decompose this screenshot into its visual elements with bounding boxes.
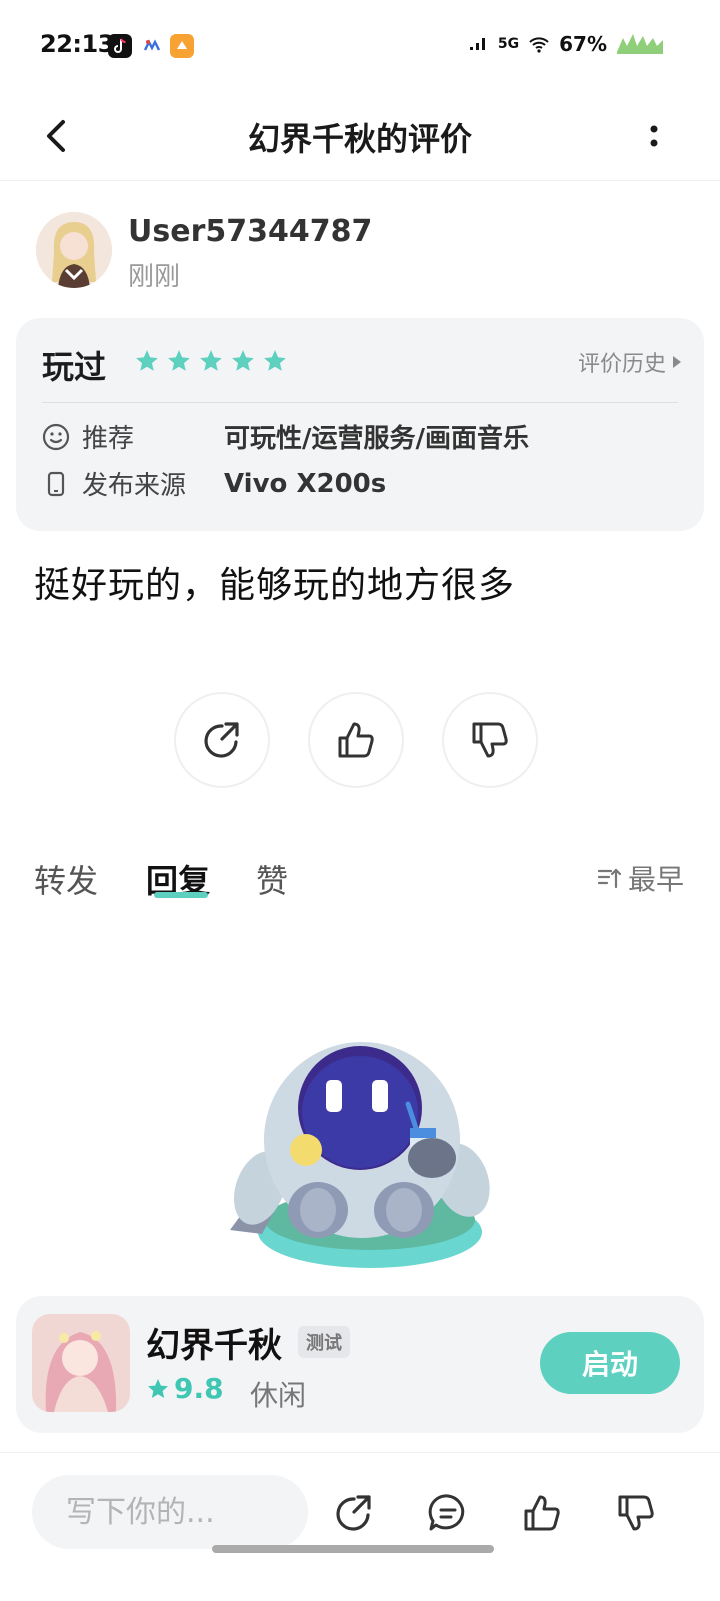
star-icon	[136, 350, 158, 371]
wifi-icon	[529, 37, 549, 53]
status-bar: 22:13 5G 67%	[0, 0, 720, 92]
review-text: 挺好玩的，能够玩的地方很多	[34, 565, 516, 606]
more-vertical-icon	[650, 125, 658, 147]
source-value: Vivo X200s	[224, 468, 387, 499]
header: 幻界千秋的评价	[0, 92, 720, 181]
comment-icon	[428, 1494, 465, 1531]
source-row: 发布来源 Vivo X200s	[42, 465, 386, 502]
more-button[interactable]	[628, 110, 680, 162]
star-icon	[200, 350, 222, 371]
game-icon	[32, 1314, 130, 1412]
bottom-comment-button[interactable]	[420, 1485, 476, 1541]
share-button[interactable]	[174, 692, 270, 788]
bottom-share-button[interactable]	[326, 1485, 382, 1541]
thumbs-down-icon	[618, 1495, 654, 1531]
launch-button[interactable]: 启动	[540, 1332, 680, 1394]
avatar[interactable]	[36, 212, 112, 288]
dislike-button[interactable]	[442, 692, 538, 788]
source-label: 发布来源	[82, 471, 187, 501]
app-icon	[170, 34, 194, 58]
share-icon	[336, 1495, 371, 1531]
recommend-label: 推荐	[82, 424, 135, 454]
star-icon	[264, 350, 286, 371]
game-card[interactable]: 幻界千秋 测试 9.8 休闲 启动	[16, 1296, 704, 1433]
sort-button[interactable]: 最早	[596, 858, 684, 898]
comment-input[interactable]	[32, 1475, 308, 1549]
star-icon	[148, 1378, 168, 1398]
network-label: 5G	[497, 36, 520, 52]
sort-icon	[597, 868, 622, 889]
share-icon	[204, 722, 239, 758]
post-time: 刚刚	[128, 262, 181, 292]
phone-icon	[47, 471, 65, 496]
review-history-link[interactable]: 评价历史	[578, 346, 682, 378]
signal-icon	[469, 38, 485, 50]
battery-percent: 67%	[559, 32, 607, 56]
thumbs-up-icon	[524, 1495, 560, 1531]
bottom-dislike-button[interactable]	[608, 1485, 664, 1541]
bottom-like-button[interactable]	[514, 1485, 570, 1541]
star-rating	[134, 348, 288, 374]
thumbs-up-icon	[338, 722, 374, 758]
triangle-right-icon	[673, 356, 681, 368]
status-time: 22:13	[40, 30, 114, 58]
battery-icon	[617, 34, 663, 54]
history-label: 评价历史	[577, 352, 666, 377]
recommend-row: 推荐 可玩性/运营服务/画面音乐	[42, 418, 529, 455]
bottom-bar	[0, 1452, 720, 1601]
review-card: 玩过 评价历史 推荐 可玩性/运营服务/画面音乐 发布来源 Vivo X200s	[16, 318, 704, 531]
home-indicator[interactable]	[212, 1545, 494, 1553]
game-tag: 测试	[298, 1326, 350, 1358]
smile-icon	[42, 423, 70, 450]
sort-label: 最早	[627, 863, 684, 896]
recommend-value: 可玩性/运营服务/画面音乐	[224, 424, 529, 454]
tab-forward[interactable]: 转发	[34, 856, 98, 902]
rating-value: 9.8	[174, 1372, 224, 1405]
divider	[42, 402, 678, 403]
game-rating: 9.8	[146, 1372, 224, 1405]
tiktok-icon	[108, 34, 132, 58]
page-title: 幻界千秋的评价	[247, 120, 472, 158]
game-genre: 休闲	[250, 1379, 307, 1412]
notification-icon	[140, 34, 164, 58]
like-button[interactable]	[308, 692, 404, 788]
author-name[interactable]: User57344787	[128, 214, 372, 249]
star-icon	[232, 350, 254, 371]
active-tab-indicator	[154, 892, 208, 898]
robot-mascot-illustration	[222, 1040, 512, 1310]
tab-like[interactable]: 赞	[256, 856, 288, 902]
status-indicators: 5G 67%	[466, 32, 665, 56]
star-icon	[168, 350, 190, 371]
thumbs-down-icon	[472, 722, 508, 758]
game-name: 幻界千秋	[146, 1326, 282, 1366]
played-label: 玩过	[42, 348, 107, 386]
